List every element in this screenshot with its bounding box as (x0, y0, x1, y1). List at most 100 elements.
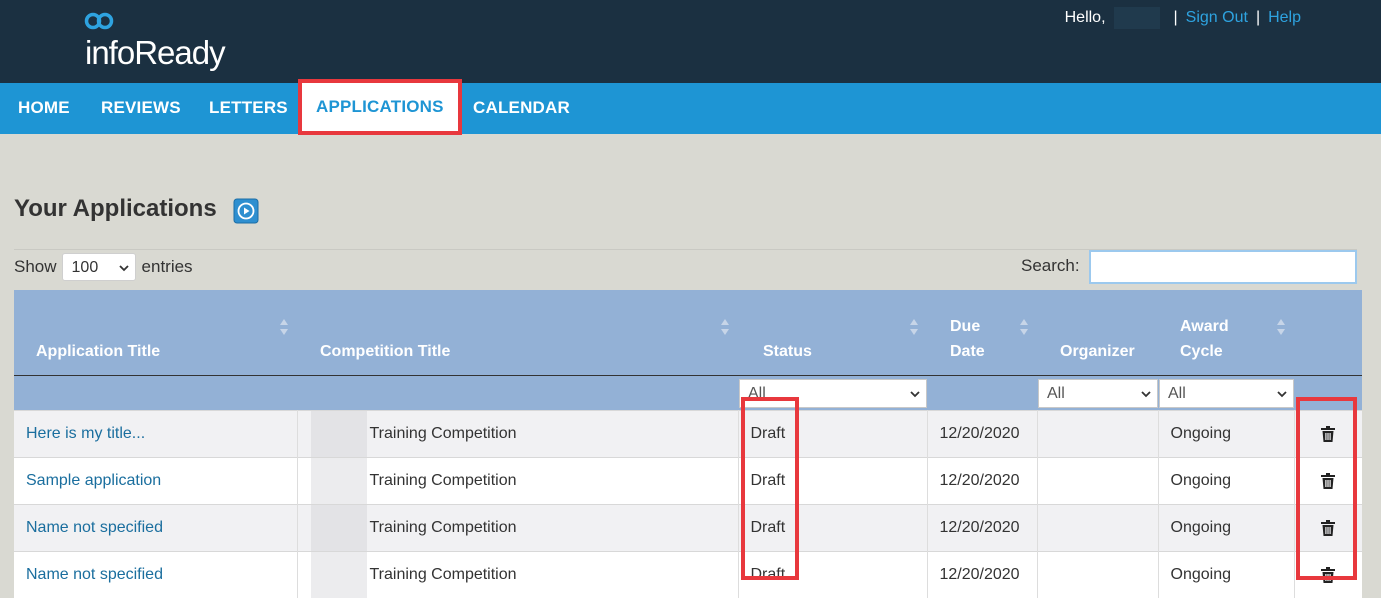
organizer-filter-select[interactable]: All (1038, 379, 1158, 408)
greeting-text: Hello, (1065, 9, 1106, 27)
competition-title: Training Competition (370, 566, 517, 583)
page-title: Your Applications (14, 195, 217, 223)
application-title-cell: Sample application (14, 458, 297, 505)
due-date-line-1: Due (950, 318, 980, 335)
entries-control: Show 100 entries (14, 253, 193, 281)
sort-icon (1276, 318, 1286, 336)
column-header-organizer[interactable]: Organizer (1037, 290, 1158, 376)
application-title-link[interactable]: Name not specified (26, 519, 163, 536)
award-cycle-cell: Ongoing (1158, 505, 1294, 552)
application-title-link[interactable]: Sample application (26, 472, 161, 489)
award-cycle-cell: Ongoing (1158, 552, 1294, 598)
table-row: Here is my title... Training Competition… (14, 411, 1362, 458)
due-date-text: 12/20/2020 (940, 566, 1020, 583)
main-nav: HOME REVIEWS LETTERS APPLICATIONS CALEND… (0, 83, 1381, 134)
show-label: Show (14, 257, 57, 277)
applications-table: Application Title Competition Title Stat… (14, 290, 1362, 598)
competition-title-cell: Training Competition (297, 411, 738, 458)
infoready-logo[interactable]: infoReady (82, 12, 252, 72)
competition-title: Training Competition (370, 425, 517, 442)
award-cycle-text: Ongoing (1171, 472, 1232, 489)
competition-title: Training Competition (370, 519, 517, 536)
competition-image (311, 552, 367, 598)
entries-label: entries (142, 257, 193, 277)
filter-cell-organizer: All (1037, 376, 1158, 411)
trash-highlight-box (1296, 397, 1357, 580)
nav-reviews[interactable]: REVIEWS (101, 83, 181, 134)
logo-text: infoReady (85, 34, 225, 72)
column-header-status[interactable]: Status (738, 290, 927, 376)
organizer-cell (1037, 505, 1158, 552)
nav-calendar[interactable]: CALENDAR (473, 83, 570, 134)
due-date-cell: 12/20/2020 (927, 458, 1037, 505)
award-cycle-text: Ongoing (1171, 425, 1232, 442)
sign-out-link[interactable]: Sign Out (1186, 9, 1248, 27)
award-cycle-filter-value: All (1168, 385, 1186, 402)
entries-select[interactable]: 100 (62, 253, 136, 281)
nav-home[interactable]: HOME (18, 83, 70, 134)
due-date-text: 12/20/2020 (940, 519, 1020, 536)
status-highlight-box (741, 397, 799, 580)
competition-image (311, 458, 367, 504)
sort-icon (909, 318, 919, 336)
column-header-due-date[interactable]: Due Date (927, 290, 1037, 376)
filter-cell (14, 376, 297, 411)
column-header-award-cycle[interactable]: Award Cycle (1158, 290, 1294, 376)
column-header-actions (1294, 290, 1362, 376)
award-cycle-text: Ongoing (1171, 566, 1232, 583)
column-header-label: Status (738, 339, 927, 364)
search-input[interactable] (1089, 250, 1357, 284)
column-header-label: Organizer (1037, 339, 1158, 364)
organizer-filter-value: All (1047, 385, 1065, 402)
competition-title-cell: Training Competition (297, 505, 738, 552)
competition-image (311, 411, 367, 457)
filter-cell (927, 376, 1037, 411)
column-header-application-title[interactable]: Application Title (14, 290, 297, 376)
sort-icon (720, 318, 730, 336)
award-cycle-text: Ongoing (1171, 519, 1232, 536)
award-cycle-line-2: Cycle (1180, 343, 1223, 360)
column-header-label: Application Title (14, 339, 297, 364)
competition-title: Training Competition (370, 472, 517, 489)
chevron-down-icon (910, 389, 920, 399)
competition-title-cell: Training Competition (297, 458, 738, 505)
due-date-cell: 12/20/2020 (927, 411, 1037, 458)
separator: | (1174, 9, 1178, 27)
table-row: Sample application Training Competition … (14, 458, 1362, 505)
help-link[interactable]: Help (1268, 9, 1301, 27)
separator: | (1256, 9, 1260, 27)
nav-applications[interactable]: APPLICATIONS (302, 83, 458, 131)
organizer-cell (1037, 458, 1158, 505)
sort-icon (279, 318, 289, 336)
top-bar: infoReady Hello, | Sign Out | Help (0, 0, 1381, 83)
application-title-link[interactable]: Here is my title... (26, 425, 145, 442)
column-header-label: Award Cycle (1158, 314, 1294, 364)
award-cycle-cell: Ongoing (1158, 411, 1294, 458)
organizer-cell (1037, 411, 1158, 458)
chevron-down-icon (119, 263, 129, 273)
search-label: Search: (1021, 256, 1080, 276)
table-row: Name not specified Training Competition … (14, 552, 1362, 598)
application-title-cell: Name not specified (14, 552, 297, 598)
competition-image (311, 505, 367, 551)
application-title-link[interactable]: Name not specified (26, 566, 163, 583)
award-cycle-filter-select[interactable]: All (1159, 379, 1294, 408)
user-name (1114, 7, 1160, 29)
due-date-text: 12/20/2020 (940, 472, 1020, 489)
table-row: Name not specified Training Competition … (14, 505, 1362, 552)
organizer-cell (1037, 552, 1158, 598)
column-header-competition-title[interactable]: Competition Title (297, 290, 738, 376)
due-date-cell: 12/20/2020 (927, 552, 1037, 598)
play-video-icon[interactable] (233, 198, 259, 224)
filter-cell (297, 376, 738, 411)
due-date-line-2: Date (950, 343, 985, 360)
user-area: Hello, | Sign Out | Help (1065, 8, 1301, 28)
award-cycle-line-1: Award (1180, 318, 1229, 335)
nav-letters[interactable]: LETTERS (209, 83, 288, 134)
application-title-cell: Here is my title... (14, 411, 297, 458)
column-header-label: Competition Title (297, 339, 738, 364)
competition-title-cell: Training Competition (297, 552, 738, 598)
award-cycle-cell: Ongoing (1158, 458, 1294, 505)
chevron-down-icon (1277, 389, 1287, 399)
application-title-cell: Name not specified (14, 505, 297, 552)
